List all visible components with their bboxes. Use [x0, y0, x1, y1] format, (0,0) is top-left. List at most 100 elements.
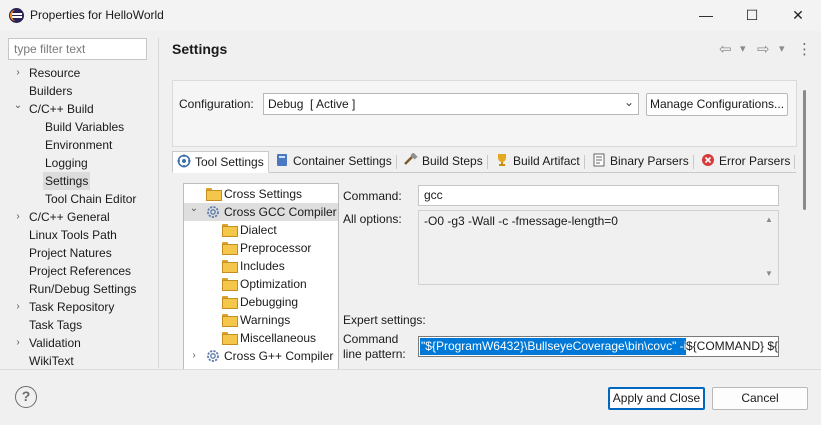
nav-item-label: Project References [29, 264, 132, 278]
nav-item-label: Project Natures [29, 246, 112, 260]
all-options-textarea[interactable]: -O0 -g3 -Wall -c -fmessage-length=0 ▲ ▼ [418, 210, 779, 285]
command-line-pattern-label-2: line pattern: [343, 347, 406, 361]
tool-item-cross-settings[interactable]: Cross Settings [184, 185, 338, 203]
tab-separator [487, 155, 488, 169]
chevron-right-icon[interactable]: › [13, 334, 23, 352]
nav-item-label: Task Tags [29, 318, 83, 332]
nav-item-label: Resource [29, 66, 81, 80]
tool-item-cross-gpp-compiler[interactable]: › Cross G++ Compiler [184, 347, 338, 365]
forward-arrow-icon[interactable]: ⇨ [757, 40, 770, 58]
options-scrollbar[interactable]: ▲ ▼ [762, 211, 778, 284]
back-dropdown-icon[interactable]: ▾ [740, 42, 746, 55]
tab-container-settings[interactable]: Container Settings [271, 151, 396, 173]
command-label: Command: [343, 189, 402, 203]
tab-separator [693, 155, 694, 169]
nav-item-label: Builders [29, 84, 73, 98]
tool-item-label: Miscellaneous [240, 331, 317, 345]
settings-tabs: Tool Settings Container Settings Build S… [172, 151, 795, 173]
tab-label: Container Settings [293, 154, 392, 168]
folder-icon [222, 314, 238, 327]
tool-item-dialect[interactable]: Dialect [184, 221, 338, 239]
tab-separator [794, 155, 795, 169]
maximize-button[interactable]: ☐ [729, 0, 775, 31]
nav-item-label: Build Variables [45, 120, 125, 134]
pattern-remaining-text: ${COMMAND} ${ [686, 339, 779, 353]
page-scrollbar-thumb[interactable] [803, 90, 806, 210]
tool-item-includes[interactable]: Includes [184, 257, 338, 275]
chevron-right-icon[interactable]: › [13, 298, 23, 316]
nav-item-label: C/C++ General [29, 210, 110, 224]
forward-dropdown-icon[interactable]: ▾ [779, 42, 785, 55]
tab-build-steps[interactable]: Build Steps [400, 151, 487, 173]
apply-and-close-button[interactable]: Apply and Close [608, 387, 705, 410]
window-title: Properties for HelloWorld [30, 8, 164, 22]
tab-separator [396, 155, 397, 169]
tab-build-artifact[interactable]: Build Artifact [491, 151, 584, 173]
nav-item-label: WikiText [29, 354, 74, 368]
minimize-button[interactable]: — [683, 0, 729, 31]
trophy-icon [498, 154, 506, 166]
configuration-select[interactable]: Debug [ Active ] ⌄ [263, 93, 639, 115]
cancel-button[interactable]: Cancel [712, 387, 808, 410]
tool-item-label: Cross Settings [224, 187, 303, 201]
chevron-right-icon[interactable]: › [13, 64, 23, 82]
nav-item-label: Logging [45, 156, 88, 170]
tool-item-optimization[interactable]: Optimization [184, 275, 338, 293]
chevron-right-icon[interactable]: › [189, 347, 199, 365]
gear-icon [207, 206, 219, 218]
close-button[interactable]: ✕ [775, 0, 821, 31]
tool-item-debugging[interactable]: Debugging [184, 293, 338, 311]
all-options-label: All options: [343, 212, 402, 226]
tab-binary-parsers[interactable]: Binary Parsers [588, 151, 693, 173]
back-arrow-icon[interactable]: ⇦ [719, 40, 732, 58]
chevron-right-icon[interactable]: › [13, 208, 23, 226]
chevron-down-icon: ⌄ [623, 95, 634, 109]
folder-icon [222, 296, 238, 309]
tool-item-label: Optimization [240, 277, 307, 291]
tool-item-label: Preprocessor [240, 241, 312, 255]
tab-separator [584, 155, 585, 169]
folder-icon [206, 188, 222, 201]
tool-item-label: Cross GCC Compiler [224, 205, 337, 219]
view-menu-icon[interactable]: ⋮ [797, 40, 812, 58]
tab-error-parsers[interactable]: Error Parsers [697, 151, 794, 173]
tool-tree: Cross Settings ⌄ Cross GCC Compiler Dial… [183, 183, 339, 369]
tool-item-warnings[interactable]: Warnings [184, 311, 338, 329]
nav-item-label: Settings [43, 172, 91, 190]
manage-configurations-button[interactable]: Manage Configurations... [646, 93, 788, 116]
folder-icon [222, 332, 238, 345]
tool-item-cross-gcc-compiler[interactable]: ⌄ Cross GCC Compiler [184, 203, 338, 221]
pane-divider[interactable] [158, 38, 159, 368]
tool-item-preprocessor[interactable]: Preprocessor [184, 239, 338, 257]
binary-parsers-icon [593, 153, 605, 167]
nav-item-label: Task Repository [29, 300, 115, 314]
command-line-pattern-input[interactable]: "${ProgramW6432}\BullseyeCoverage\bin\co… [418, 336, 779, 357]
configuration-label: Configuration: [179, 97, 254, 111]
scroll-down-icon[interactable]: ▼ [765, 269, 773, 278]
tool-item-miscellaneous[interactable]: Miscellaneous [184, 329, 338, 347]
tool-item-label: Warnings [240, 313, 291, 327]
folder-icon [222, 278, 238, 291]
nav-item-label: Run/Debug Settings [29, 282, 137, 296]
scroll-up-icon[interactable]: ▲ [765, 215, 773, 224]
tab-label: Build Steps [422, 154, 483, 168]
tool-item-label: Dialect [240, 223, 277, 237]
tab-tool-settings[interactable]: Tool Settings [172, 151, 269, 173]
nav-item-label: C/C++ Build [29, 102, 94, 116]
all-options-value: -O0 -g3 -Wall -c -fmessage-length=0 [424, 214, 618, 228]
help-icon[interactable]: ? [15, 386, 37, 408]
page-title: Settings [172, 41, 228, 57]
nav-item-label: Tool Chain Editor [45, 192, 137, 206]
chevron-down-icon[interactable]: ⌄ [13, 97, 23, 115]
container-icon [277, 154, 287, 166]
eclipse-app-icon [9, 8, 24, 23]
nav-item-label: Validation [29, 336, 81, 350]
nav-item-label: Linux Tools Path [29, 228, 117, 242]
folder-icon [222, 242, 238, 255]
chevron-down-icon[interactable]: ⌄ [189, 200, 199, 218]
build-steps-icon [404, 153, 418, 165]
command-input[interactable]: gcc [418, 185, 779, 206]
expert-settings-label: Expert settings: [343, 313, 426, 327]
pattern-selected-text: "${ProgramW6432}\BullseyeCoverage\bin\co… [420, 338, 687, 355]
filter-input[interactable] [8, 38, 147, 60]
